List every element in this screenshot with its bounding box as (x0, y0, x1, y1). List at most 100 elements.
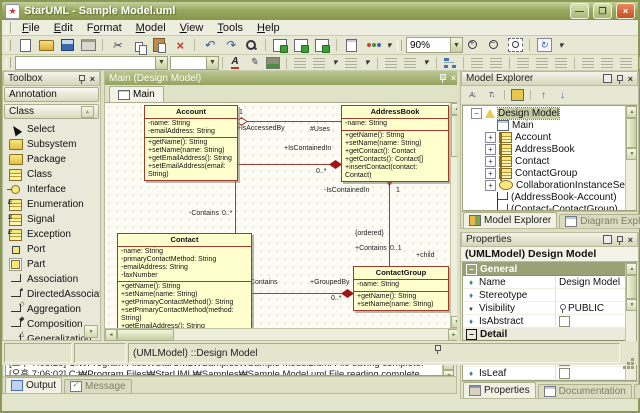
association-contains-line[interactable] (235, 175, 236, 233)
expander-icon[interactable] (485, 144, 496, 155)
property-row[interactable]: Name Design Model (463, 276, 625, 289)
expander-icon[interactable] (471, 108, 482, 119)
scroll-down-icon[interactable]: ▼ (84, 325, 98, 338)
zoom-level-combo[interactable]: 90% ▼ (406, 37, 463, 53)
expander-icon[interactable] (485, 156, 496, 167)
expander-icon[interactable] (485, 180, 496, 191)
maximize-button[interactable]: ❐ (593, 3, 612, 19)
menu-item[interactable]: Edit (47, 22, 80, 34)
association-iscontainedin-line[interactable] (236, 164, 341, 165)
tree-item[interactable]: Main (463, 119, 625, 131)
model-explorer-tab[interactable]: Model Explorer (463, 212, 557, 228)
diagram-canvas[interactable]: 1 +isAccessedBy #Uses +IsContainedIn 0..… (105, 103, 450, 328)
cursor-tool[interactable]: Select (3, 122, 100, 137)
restore-icon[interactable] (603, 74, 612, 83)
property-row[interactable]: IsAbstract (463, 315, 625, 328)
redo-button[interactable] (220, 37, 240, 53)
bring-to-front-button[interactable] (468, 56, 486, 69)
find-button[interactable] (241, 37, 261, 53)
property-row[interactable]: Visibility PUBLIC (463, 302, 625, 315)
index-tab[interactable] (634, 384, 640, 398)
filter-button[interactable] (509, 89, 526, 102)
uml-class-addressbook[interactable]: AddressBook -name: String +getName(): St… (341, 105, 449, 182)
close-button[interactable]: × (616, 3, 635, 19)
association-tool[interactable]: Association (3, 272, 100, 287)
select-area-button[interactable] (291, 56, 309, 69)
align-top-button[interactable] (552, 56, 570, 69)
interface-tool[interactable]: Interface (3, 182, 100, 197)
tree-item[interactable]: (Contact-ContactGroup) (463, 203, 625, 210)
stereotype-display-button[interactable] (401, 56, 419, 69)
checkbox[interactable] (559, 368, 570, 379)
open-button[interactable] (36, 37, 56, 53)
enumeration-tool[interactable]: Enumeration (3, 197, 100, 212)
expander-icon[interactable] (485, 132, 496, 143)
find-in-editor-button[interactable] (312, 37, 332, 53)
menu-item[interactable]: Model (129, 22, 173, 34)
tree-item[interactable]: Account (463, 131, 625, 143)
aggregation-tool[interactable]: Aggregation (3, 302, 100, 317)
dropdown-button[interactable] (420, 56, 432, 69)
port-tool[interactable]: Port (3, 242, 100, 257)
package-tool[interactable]: Package (3, 152, 100, 167)
diagram-explorer-tab[interactable]: Diagram Explorer (559, 214, 640, 228)
delete-button[interactable] (170, 37, 190, 53)
tree-item[interactable]: Design Model (463, 107, 625, 119)
section-collapse-icon[interactable] (466, 264, 477, 275)
property-row[interactable]: Detail (463, 328, 625, 341)
property-value-cell[interactable] (555, 289, 625, 301)
dropdown-button[interactable] (555, 37, 567, 53)
same-size-button[interactable] (617, 56, 635, 69)
pen-button[interactable] (245, 56, 263, 69)
close-icon[interactable]: × (628, 236, 633, 244)
diagram-tab-main[interactable]: Main (109, 86, 164, 102)
scroll-down-icon[interactable]: ▼ (626, 148, 637, 160)
dropdown-button[interactable] (383, 37, 395, 53)
options-button[interactable] (362, 37, 382, 53)
property-value-cell[interactable]: Design Model (555, 276, 625, 288)
toolbar-grip[interactable] (6, 57, 11, 68)
toolbox-section-class[interactable]: Class ▲ (4, 104, 99, 119)
tree-scrollbar[interactable]: ▲ ▼ (625, 106, 636, 210)
same-width-button[interactable] (579, 56, 597, 69)
scrollbar-thumb[interactable] (626, 118, 637, 148)
send-to-back-button[interactable] (487, 56, 505, 69)
font-size-combo[interactable]: ▼ (170, 56, 219, 70)
print-button[interactable] (78, 37, 98, 53)
sort-alpha-button[interactable] (464, 89, 481, 102)
properties-tab[interactable]: Properties (463, 382, 536, 398)
undo-button[interactable] (199, 37, 219, 53)
scroll-up-icon[interactable]: ▲ (626, 106, 637, 118)
scrollbar-thumb[interactable] (626, 275, 637, 299)
close-icon[interactable]: × (90, 75, 95, 83)
menu-item[interactable]: File (15, 22, 47, 34)
scroll-up-icon[interactable]: ▲ (626, 263, 637, 275)
property-value-cell[interactable] (555, 315, 625, 327)
zoom-in-button[interactable] (463, 37, 483, 53)
menu-item[interactable]: View (173, 22, 211, 34)
toolbar-grip[interactable] (6, 40, 11, 51)
exception-tool[interactable]: Exception (3, 227, 100, 242)
menubar-grip[interactable] (6, 22, 11, 33)
output-tab[interactable]: Output (5, 377, 62, 393)
expander-icon[interactable] (485, 168, 496, 179)
menu-item[interactable]: Tools (210, 22, 250, 34)
move-down-button[interactable] (554, 89, 571, 102)
zoom-area-button[interactable] (505, 37, 525, 53)
property-row[interactable]: General (463, 263, 625, 276)
property-row[interactable]: IsLeaf (463, 367, 625, 380)
association-uses-line[interactable] (236, 121, 341, 122)
fill-color-button[interactable] (264, 56, 282, 69)
chevron-down-icon[interactable]: ▼ (155, 57, 167, 69)
scroll-up-icon[interactable]: ▲ (81, 106, 94, 118)
zoom-out-button[interactable] (484, 37, 504, 53)
pin-icon[interactable] (78, 74, 86, 84)
section-collapse-icon[interactable] (466, 329, 477, 340)
paste-button[interactable] (149, 37, 169, 53)
dropdown-button[interactable] (361, 56, 373, 69)
tree-item[interactable]: ContactGroup (463, 167, 625, 179)
directed-association-tool[interactable]: DirectedAssociation (3, 287, 100, 302)
signal-tool[interactable]: Signal (3, 212, 100, 227)
tree-item[interactable]: (AddressBook-Account) (463, 191, 625, 203)
font-name-combo[interactable]: ▼ (15, 56, 168, 70)
